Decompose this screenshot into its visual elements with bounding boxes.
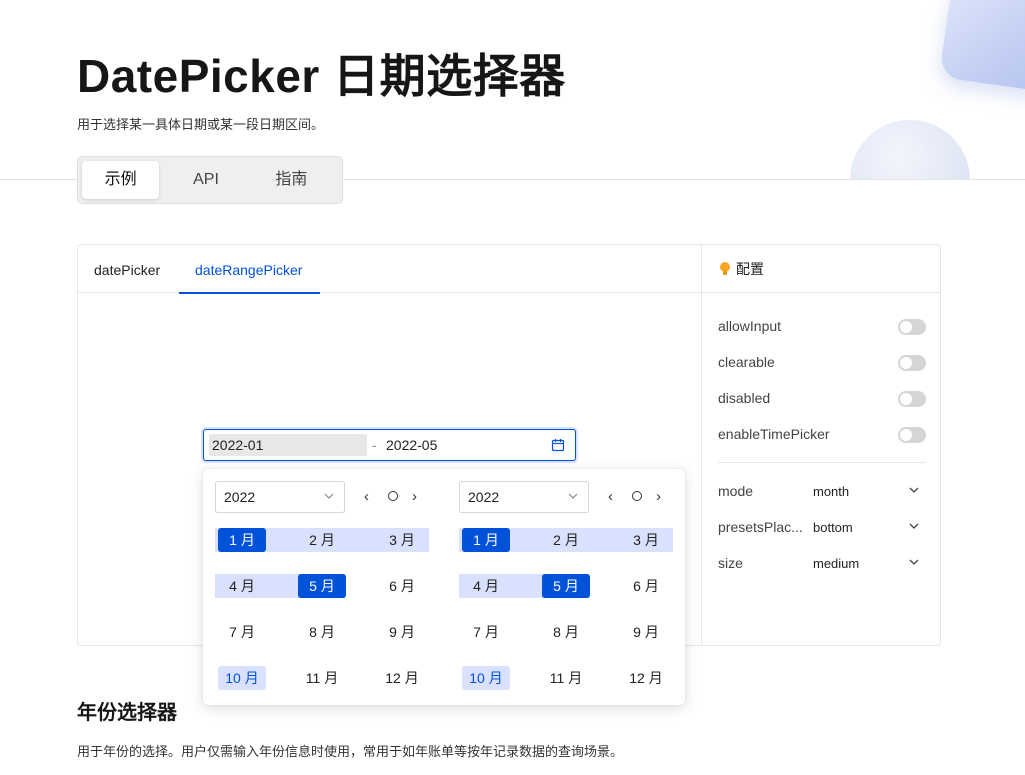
month-cell[interactable]: 7 月 — [218, 620, 266, 644]
chevron-down-icon — [909, 559, 919, 565]
size-select[interactable]: medium — [813, 554, 921, 576]
range-start-input[interactable]: 2022-01 — [209, 434, 367, 456]
config-header: 配置 — [702, 245, 941, 293]
chevron-down-icon — [909, 487, 919, 493]
range-separator: - — [372, 437, 377, 453]
chevron-right-icon[interactable]: › — [656, 487, 661, 507]
chevron-left-icon[interactable]: ‹ — [608, 487, 613, 507]
month-cell[interactable]: 4 月 — [462, 574, 510, 598]
config-panel: 配置 allowInput clearable disabled enableT… — [701, 245, 941, 645]
month-cell[interactable]: 2 月 — [542, 528, 590, 552]
month-cell[interactable]: 1 月 — [218, 528, 266, 552]
config-label: size — [718, 555, 743, 571]
chevron-down-icon — [324, 493, 334, 499]
config-row-presets-placement: presetsPlac... bottom — [718, 518, 926, 538]
chevron-down-icon — [909, 523, 919, 529]
tab-guide[interactable]: 指南 — [253, 161, 330, 199]
config-title: 配置 — [736, 260, 764, 277]
config-label: allowInput — [718, 318, 782, 334]
month-cell[interactable]: 6 月 — [378, 574, 426, 598]
month-cell[interactable]: 7 月 — [462, 620, 510, 644]
config-label: presetsPlac... — [718, 519, 803, 535]
current-circle-icon[interactable] — [632, 491, 642, 501]
year-select[interactable]: 2022 — [215, 481, 345, 513]
year-value: 2022 — [468, 489, 500, 505]
month-cell[interactable]: 10 月 — [218, 666, 266, 690]
month-cell[interactable]: 11 月 — [542, 666, 590, 690]
month-cell[interactable]: 1 月 — [462, 528, 510, 552]
decorative-shape-top — [938, 0, 1025, 93]
month-cell[interactable]: 5 月 — [542, 574, 590, 598]
size-value: medium — [813, 556, 860, 571]
calendar-icon[interactable] — [551, 438, 565, 452]
month-cell[interactable]: 12 月 — [622, 666, 670, 690]
tab-date-picker[interactable]: datePicker — [78, 245, 176, 293]
decorative-shape-bottom — [850, 120, 970, 180]
config-row-disabled: disabled — [718, 389, 926, 409]
tab-date-range-picker[interactable]: dateRangePicker — [179, 245, 320, 294]
month-cell[interactable]: 9 月 — [622, 620, 670, 644]
config-label: clearable — [718, 354, 775, 370]
chevron-down-icon — [568, 493, 578, 499]
config-label: disabled — [718, 390, 771, 406]
date-range-input: 2022-01 - 2022-05 — [203, 429, 576, 461]
config-label: enableTimePicker — [718, 426, 830, 442]
tab-api[interactable]: API — [167, 161, 244, 199]
presets-placement-select[interactable]: bottom — [813, 518, 921, 540]
lightbulb-icon — [720, 262, 730, 275]
mode-select[interactable]: month — [813, 482, 921, 504]
month-cell[interactable]: 11 月 — [298, 666, 346, 690]
section-description: 用于年份的选择。用户仅需输入年份信息时使用，常用于如年账单等按年记录数据的查询场… — [77, 744, 624, 759]
config-row-allow-input: allowInput — [718, 317, 926, 337]
right-month-panel: 2022 ‹ › 1 月 2 月 3 月 4 月 5 月 6 月 7 月 8 月… — [447, 469, 688, 705]
range-end-input[interactable]: 2022-05 — [386, 434, 437, 456]
left-month-panel: 2022 ‹ › 1 月 2 月 3 月 4 月 5 月 6 月 7 月 8 月… — [203, 469, 444, 705]
month-cell[interactable]: 9 月 — [378, 620, 426, 644]
demo-tab-bar: datePicker dateRangePicker — [78, 245, 701, 294]
section-title: 年份选择器 — [77, 702, 177, 724]
presets-placement-value: bottom — [813, 520, 853, 535]
config-row-clearable: clearable — [718, 353, 926, 373]
mode-value: month — [813, 484, 850, 499]
page-description: 用于选择某一具体日期或某一段日期区间。 — [77, 117, 325, 132]
config-row-enable-time-picker: enableTimePicker — [718, 425, 926, 445]
month-cell[interactable]: 2 月 — [298, 528, 346, 552]
clearable-switch[interactable] — [898, 355, 926, 371]
month-cell[interactable]: 6 月 — [622, 574, 670, 598]
allow-input-switch[interactable] — [898, 319, 926, 335]
month-cell[interactable]: 4 月 — [218, 574, 266, 598]
config-divider — [718, 462, 926, 463]
config-label: mode — [718, 483, 754, 499]
month-cell[interactable]: 5 月 — [298, 574, 346, 598]
year-value: 2022 — [224, 489, 256, 505]
current-circle-icon[interactable] — [388, 491, 398, 501]
config-row-mode: mode month — [718, 482, 926, 502]
config-row-size: size medium — [718, 554, 926, 574]
month-cell[interactable]: 8 月 — [542, 620, 590, 644]
enable-time-picker-switch[interactable] — [898, 427, 926, 443]
top-tab-bar: 示例 API 指南 — [77, 156, 343, 204]
year-select[interactable]: 2022 — [459, 481, 589, 513]
month-cell[interactable]: 10 月 — [462, 666, 510, 690]
chevron-right-icon[interactable]: › — [412, 487, 417, 507]
month-cell[interactable]: 3 月 — [622, 528, 670, 552]
month-cell[interactable]: 12 月 — [378, 666, 426, 690]
page-title: DatePicker 日期选择器 — [77, 50, 566, 102]
chevron-left-icon[interactable]: ‹ — [364, 487, 369, 507]
tab-examples[interactable]: 示例 — [82, 161, 160, 199]
month-range-popup: 2022 ‹ › 1 月 2 月 3 月 4 月 5 月 6 月 7 月 8 月… — [203, 469, 685, 705]
disabled-switch[interactable] — [898, 391, 926, 407]
month-cell[interactable]: 3 月 — [378, 528, 426, 552]
month-cell[interactable]: 8 月 — [298, 620, 346, 644]
